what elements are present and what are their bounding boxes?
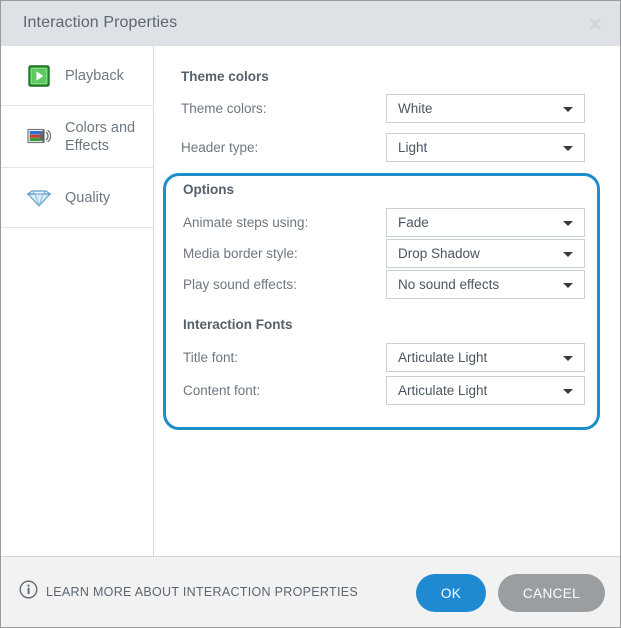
quality-diamond-icon — [26, 185, 52, 211]
playback-icon — [26, 63, 52, 89]
dropdown-title-font[interactable]: Articulate Light — [386, 343, 585, 372]
cancel-button[interactable]: CANCEL — [498, 574, 605, 612]
label-animate-steps-using: Animate steps using: — [183, 215, 308, 230]
interaction-properties-dialog: Interaction Properties Playback — [0, 0, 621, 628]
titlebar: Interaction Properties — [1, 1, 620, 46]
learn-more-link[interactable]: LEARN MORE ABOUT INTERACTION PROPERTIES — [19, 580, 358, 604]
chevron-down-icon — [563, 107, 573, 112]
chevron-down-icon — [563, 283, 573, 288]
section-title-theme-colors: Theme colors — [181, 69, 269, 84]
footer: LEARN MORE ABOUT INTERACTION PROPERTIES … — [1, 556, 620, 627]
label-header-type: Header type: — [181, 140, 258, 155]
dropdown-value: Light — [398, 140, 427, 155]
label-content-font: Content font: — [183, 383, 260, 398]
dropdown-value: No sound effects — [398, 277, 499, 292]
window-title: Interaction Properties — [23, 14, 177, 32]
dropdown-value: Drop Shadow — [398, 246, 480, 261]
sidebar-item-colors-and-effects[interactable]: Colors and Effects — [1, 106, 153, 168]
chevron-down-icon — [563, 356, 573, 361]
info-circle-icon — [19, 580, 38, 604]
sidebar-item-label: Playback — [65, 67, 124, 85]
dropdown-media-border-style[interactable]: Drop Shadow — [386, 239, 585, 268]
ok-button[interactable]: OK — [416, 574, 486, 612]
chevron-down-icon — [563, 252, 573, 257]
dropdown-value: Articulate Light — [398, 350, 487, 365]
main-panel: Theme colors Theme colors: White Header … — [154, 46, 620, 556]
dropdown-value: Articulate Light — [398, 383, 487, 398]
chevron-down-icon — [563, 389, 573, 394]
label-theme-colors: Theme colors: — [181, 101, 267, 116]
sidebar-item-quality[interactable]: Quality — [1, 168, 153, 228]
dropdown-animate-steps-using[interactable]: Fade — [386, 208, 585, 237]
dropdown-value: Fade — [398, 215, 429, 230]
dropdown-theme-colors[interactable]: White — [386, 94, 585, 123]
sidebar-item-label: Quality — [65, 189, 110, 207]
dropdown-play-sound-effects[interactable]: No sound effects — [386, 270, 585, 299]
dropdown-header-type[interactable]: Light — [386, 133, 585, 162]
label-play-sound-effects: Play sound effects: — [183, 277, 297, 292]
label-title-font: Title font: — [183, 350, 238, 365]
sidebar-item-playback[interactable]: Playback — [1, 46, 153, 106]
section-title-interaction-fonts: Interaction Fonts — [183, 317, 293, 332]
chevron-down-icon — [563, 146, 573, 151]
sidebar-item-label: Colors and Effects — [65, 119, 143, 155]
colors-and-effects-icon — [26, 124, 52, 150]
chevron-down-icon — [563, 221, 573, 226]
section-title-options: Options — [183, 182, 234, 197]
sidebar: Playback Colors and Effects — [1, 46, 154, 556]
close-icon[interactable] — [578, 9, 612, 39]
learn-more-label: LEARN MORE ABOUT INTERACTION PROPERTIES — [46, 585, 358, 599]
dropdown-value: White — [398, 101, 433, 116]
label-media-border-style: Media border style: — [183, 246, 298, 261]
dropdown-content-font[interactable]: Articulate Light — [386, 376, 585, 405]
dialog-body: Playback Colors and Effects — [1, 46, 620, 556]
